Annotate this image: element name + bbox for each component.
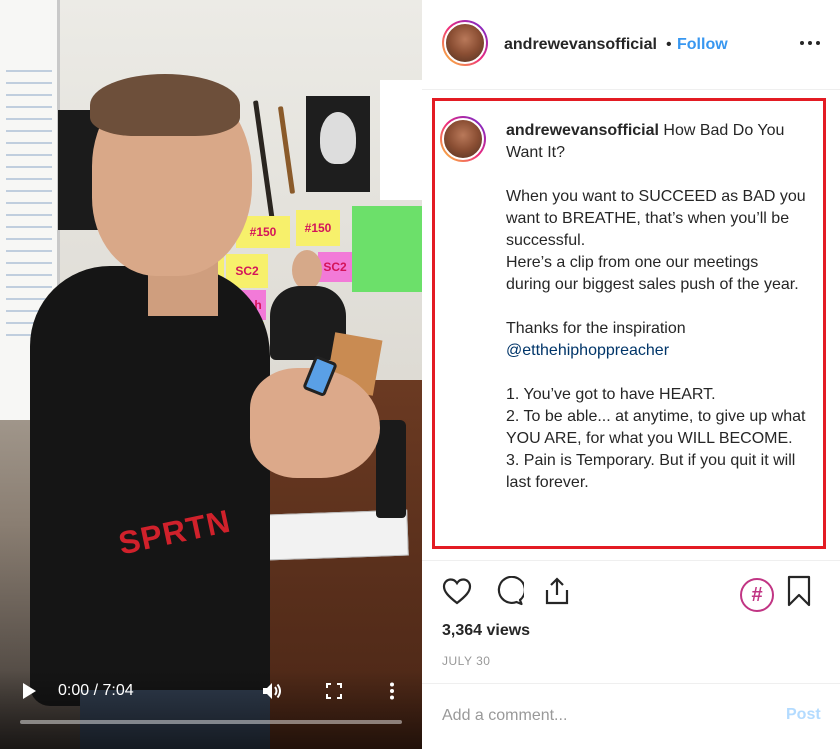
caption-line: Here’s a clip from one our meetings duri… xyxy=(506,254,799,293)
caption-point: 3. Pain is Temporary. But if you quit it… xyxy=(506,452,796,491)
video-progress-bar[interactable] xyxy=(20,720,402,724)
volume-button[interactable] xyxy=(260,680,284,702)
share-icon xyxy=(545,577,569,605)
volume-icon xyxy=(263,683,281,699)
video-player[interactable]: #150 #150 SC2 SC2 Push #150 SC2 SPRTN 0:… xyxy=(0,0,422,749)
post-comment-button[interactable]: Post xyxy=(786,706,821,724)
hashtag-button[interactable]: # xyxy=(740,578,774,612)
username-link[interactable]: andrewevansofficial xyxy=(504,36,657,54)
share-button[interactable] xyxy=(540,574,574,608)
sales-sheet xyxy=(352,206,422,292)
caption-avatar[interactable] xyxy=(440,116,486,162)
action-bar xyxy=(422,560,840,620)
water-bottle xyxy=(376,420,406,518)
more-vertical-icon xyxy=(390,682,394,700)
video-more-button[interactable] xyxy=(380,680,404,702)
view-count[interactable]: 3,364 views xyxy=(442,622,530,640)
caption-thanks: Thanks for the inspiration xyxy=(506,320,686,337)
current-time: 0:00 xyxy=(58,682,90,699)
comment-button[interactable] xyxy=(492,574,526,608)
caption-point: 2. To be able... at anytime, to give up … xyxy=(506,408,806,447)
hashtag-icon: # xyxy=(751,583,763,606)
time-separator: / xyxy=(93,682,99,699)
follow-button[interactable]: Follow xyxy=(677,36,728,54)
save-button[interactable] xyxy=(782,574,816,608)
play-button[interactable] xyxy=(18,680,40,702)
more-options-button[interactable] xyxy=(798,32,822,54)
post-header: andrewevansofficial • Follow xyxy=(422,0,840,90)
caption-point: 1. You’ve got to have HEART. xyxy=(506,386,716,403)
more-horizontal-icon xyxy=(800,41,804,45)
fullscreen-icon xyxy=(326,683,342,699)
sticky-note: #150 xyxy=(296,210,340,246)
comment-icon xyxy=(497,576,524,606)
mention-link[interactable]: @etthehiphoppreacher xyxy=(506,342,669,359)
fullscreen-button[interactable] xyxy=(322,680,346,702)
heart-icon xyxy=(442,578,472,605)
post-date[interactable]: JULY 30 xyxy=(442,654,490,668)
caption-line: When you want to SUCCEED as BAD you want… xyxy=(506,188,806,249)
avatar[interactable] xyxy=(442,20,488,66)
video-time: 0:00 / 7:04 xyxy=(58,682,134,700)
post-panel: andrewevansofficial • Follow andrewevans… xyxy=(422,0,840,749)
caption: andrewevansofficial How Bad Do You Want … xyxy=(506,120,806,494)
speaking-man xyxy=(30,70,280,749)
bookmark-icon xyxy=(787,575,811,607)
spartan-poster xyxy=(306,96,370,192)
duration: 7:04 xyxy=(102,682,134,699)
comment-input[interactable] xyxy=(442,703,762,729)
separator-dot: • xyxy=(666,36,672,53)
caption-username[interactable]: andrewevansofficial xyxy=(506,122,659,139)
play-icon xyxy=(23,683,36,699)
like-button[interactable] xyxy=(440,574,474,608)
wall-sign xyxy=(380,80,422,200)
